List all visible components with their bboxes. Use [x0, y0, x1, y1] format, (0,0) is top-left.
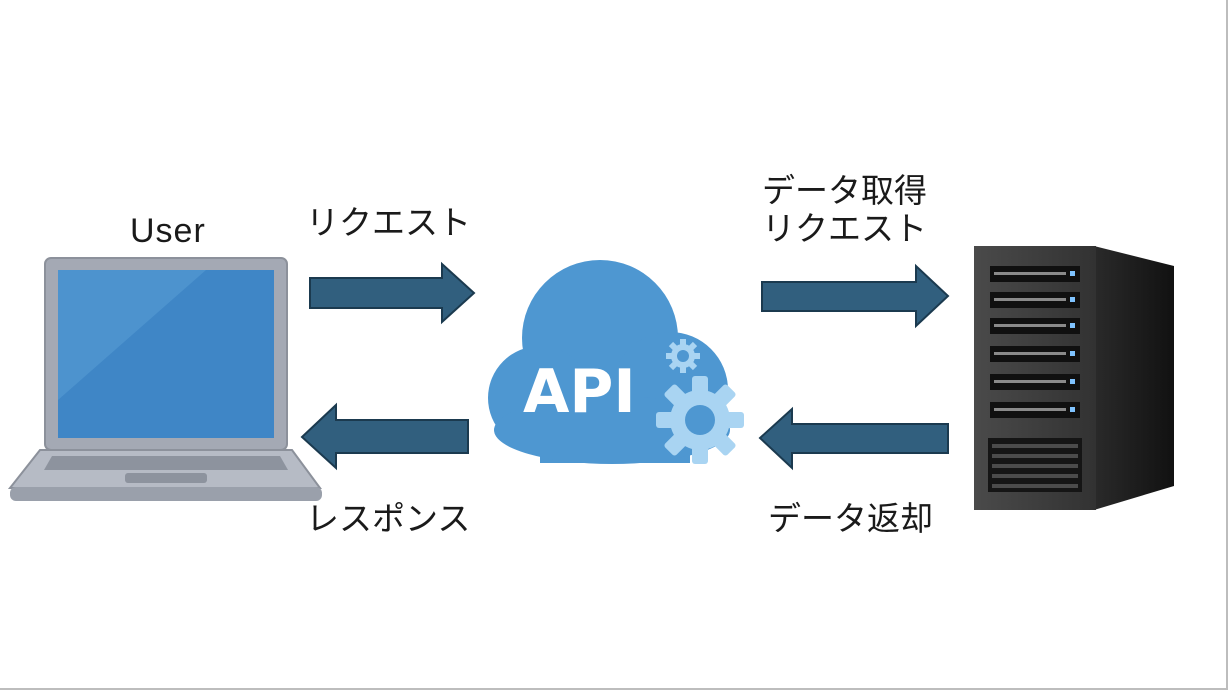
- gear-icon-large: [656, 376, 744, 464]
- server-icon: [974, 246, 1174, 510]
- data-fetch-request-label: データ取得 リクエスト: [762, 172, 927, 248]
- api-text: API: [523, 357, 636, 427]
- data-return-arrow: [758, 406, 949, 471]
- request-label: リクエスト: [306, 203, 471, 242]
- request-arrow: [309, 261, 476, 325]
- laptop-icon: [7, 257, 322, 501]
- user-label: User: [130, 212, 206, 250]
- diagram-canvas: API User リクエスト レスポンス データ取得 リクエスト データ返却: [0, 0, 1228, 690]
- data-fetch-arrow: [761, 263, 950, 329]
- diagram-graphics: API: [7, 246, 1174, 510]
- response-arrow: [300, 402, 469, 471]
- data-return-label: データ返却: [768, 499, 933, 538]
- response-label: レスポンス: [306, 499, 471, 538]
- data-fetch-label-line2: リクエスト: [762, 208, 927, 248]
- gear-icon: [666, 339, 700, 373]
- data-fetch-label-line1: データ取得: [762, 171, 927, 210]
